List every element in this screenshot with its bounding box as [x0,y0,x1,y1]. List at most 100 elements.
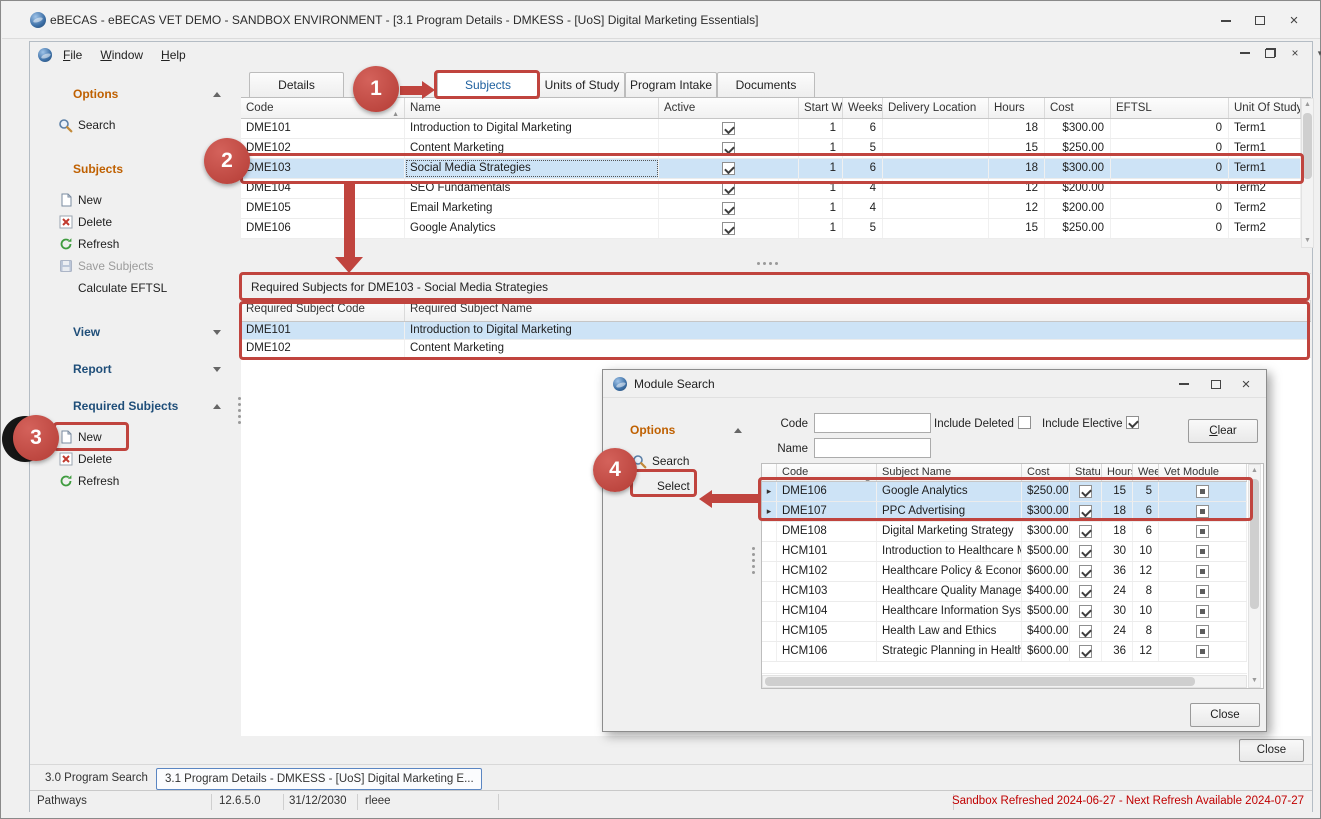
code-input[interactable] [814,413,931,433]
expand-icon[interactable] [213,330,221,335]
sidebar-item-required-subjects-refresh[interactable]: Refresh [31,472,237,490]
row-dme101[interactable]: DME101Introduction to Digital Marketing1… [241,119,1301,139]
status-checkbox[interactable] [1079,565,1092,578]
close-button[interactable]: × [1280,9,1308,32]
column-header-start-week[interactable]: Start Week [799,98,843,118]
active-checkbox[interactable] [722,122,735,135]
scroll-up-icon[interactable]: ▲ [1249,465,1260,477]
minimize-button[interactable] [1212,9,1240,32]
menu-window[interactable]: Window [91,46,152,64]
tab-details[interactable]: Details [249,72,344,98]
column-header-cost[interactable]: Cost [1045,98,1111,118]
column-header-active[interactable]: Active [659,98,799,118]
active-checkbox[interactable] [722,222,735,235]
column-header-name[interactable]: Name [405,98,659,118]
status-checkbox[interactable] [1079,645,1092,658]
sidebar-section-required-subjects[interactable]: Required Subjects [31,398,237,415]
menu-help[interactable]: Help [152,46,195,64]
menu-file[interactable]: File [54,46,91,64]
cell-cost: $400.00 [1022,622,1070,641]
collapse-icon[interactable] [734,428,742,433]
row-dme106[interactable]: DME106Google Analytics1515$250.000Term2 [241,219,1301,239]
column-header-delivery-location[interactable]: Delivery Location [883,98,989,118]
sidebar-item-options-search[interactable]: Search [31,116,237,134]
sidebar-section-options[interactable]: Options [31,86,237,103]
annotation-step-3: 3 [13,415,59,461]
vet-module-checkbox[interactable] [1196,565,1209,578]
dialog-options-header[interactable]: Options [610,422,750,439]
dialog-close-button[interactable]: × [1232,374,1260,394]
row-hcm106[interactable]: HCM106Strategic Planning in Healthc$600.… [762,642,1247,662]
vet-module-checkbox[interactable] [1196,605,1209,618]
status-checkbox[interactable] [1079,585,1092,598]
include-deleted-checkbox[interactable] [1018,416,1031,429]
child-close-button[interactable]: × [1287,45,1303,61]
expand-icon[interactable] [213,367,221,372]
annotation-box-required-table [239,301,1310,360]
status-cell-rleee: rleee [365,795,391,807]
sidebar-item-subjects-delete[interactable]: Delete [31,213,237,231]
row-hcm104[interactable]: HCM104Healthcare Information Syst$500.00… [762,602,1247,622]
column-header-eftsl[interactable]: EFTSL [1111,98,1229,118]
status-checkbox[interactable] [1079,525,1092,538]
sidebar-item-subjects-calculate-eftsl[interactable]: Calculate EFTSL [31,279,237,297]
sidebar-item-required-subjects-delete[interactable]: Delete [31,450,237,468]
child-minimize-button[interactable] [1237,45,1253,61]
vet-module-checkbox[interactable] [1196,585,1209,598]
column-header-weeks[interactable]: Weeks [843,98,883,118]
scroll-thumb[interactable] [1303,113,1312,179]
tab-documents[interactable]: Documents [717,72,815,98]
maximize-button[interactable] [1246,9,1274,32]
row-hcm103[interactable]: HCM103Healthcare Quality Managem$400.002… [762,582,1247,602]
dialog-splitter[interactable] [749,547,757,574]
dialog-maximize-button[interactable] [1202,374,1230,394]
dialog-minimize-button[interactable] [1170,374,1198,394]
column-header-hours[interactable]: Hours [989,98,1045,118]
name-input[interactable] [814,438,931,458]
include-elective-checkbox[interactable] [1126,416,1139,429]
vet-module-checkbox[interactable] [1196,545,1209,558]
cell-active [659,219,799,238]
dialog-close-footer-button[interactable]: Close [1190,703,1260,727]
bottom-tab-2[interactable]: 3.1 Program Details - DMKESS - [UoS] Dig… [156,768,482,790]
name-label: Name [772,442,808,456]
sidebar-section-view[interactable]: View [31,324,237,341]
active-checkbox[interactable] [722,202,735,215]
cell-hours: 18 [1102,522,1133,541]
scroll-thumb[interactable] [765,677,1195,686]
collapse-icon[interactable] [213,92,221,97]
module-grid-hscrollbar[interactable] [762,675,1247,688]
row-hcm105[interactable]: HCM105Health Law and Ethics$400.00248 [762,622,1247,642]
vet-module-checkbox[interactable] [1196,525,1209,538]
close-page-button[interactable]: Close [1239,739,1304,762]
status-checkbox[interactable] [1079,625,1092,638]
row-hcm102[interactable]: HCM102Healthcare Policy & Economi$600.00… [762,562,1247,582]
row-dme108[interactable]: DME108Digital Marketing Strategy$300.001… [762,522,1247,542]
row-dme105[interactable]: DME105Email Marketing1412$200.000Term2 [241,199,1301,219]
scroll-up-icon[interactable]: ▲ [1302,99,1313,111]
sidebar-item-subjects-new[interactable]: New [31,191,237,209]
status-checkbox[interactable] [1079,545,1092,558]
cell-hours: 24 [1102,582,1133,601]
column-header-unit-of-study[interactable]: Unit Of Study [1229,98,1301,118]
cell-eftsl: 0 [1111,199,1229,218]
collapse-icon[interactable] [213,404,221,409]
status-cell-12-6-5-0: 12.6.5.0 [219,795,261,807]
child-restore-button[interactable] [1262,45,1278,61]
row-hcm101[interactable]: HCM101Introduction to Healthcare M$500.0… [762,542,1247,562]
clear-button[interactable]: Clear [1188,419,1258,443]
scroll-down-icon[interactable]: ▼ [1302,235,1313,247]
vet-module-checkbox[interactable] [1196,625,1209,638]
sidebar-section-report[interactable]: Report [31,361,237,378]
sidebar-item-subjects-refresh[interactable]: Refresh [31,235,237,253]
panel-splitter[interactable] [757,259,778,267]
bottom-tab-1[interactable]: 3.0 Program Search [37,768,155,790]
toolbar-chevron-icon[interactable]: ▾ [1312,45,1321,61]
cell-status [1070,542,1102,561]
vet-module-checkbox[interactable] [1196,645,1209,658]
cell-subject-name: Healthcare Policy & Economi [877,562,1022,581]
tab-units-of-study[interactable]: Units of Study [539,72,625,98]
scroll-down-icon[interactable]: ▼ [1249,675,1260,687]
status-checkbox[interactable] [1079,605,1092,618]
tab-program-intake[interactable]: Program Intake [625,72,717,98]
